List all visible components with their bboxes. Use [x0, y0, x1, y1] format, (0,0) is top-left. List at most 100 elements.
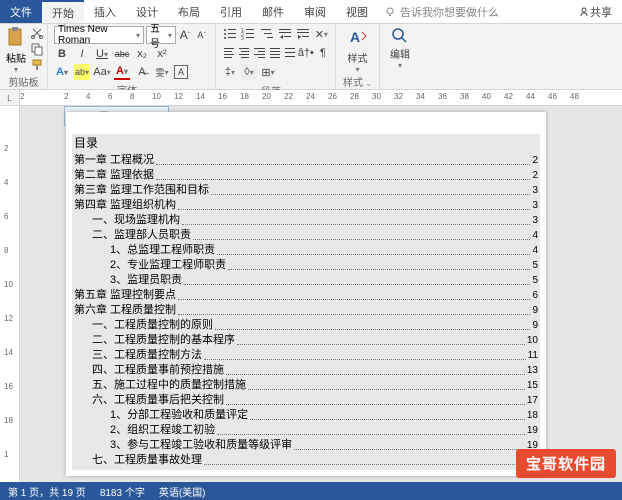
toc-entry[interactable]: 三、工程质量控制方法11 [74, 348, 538, 363]
toc-entry[interactable]: 第二章 监理依据2 [74, 168, 538, 183]
toc-entry[interactable]: 第四章 监理组织机构3 [74, 198, 538, 213]
clear-format-button[interactable]: A̶ [134, 64, 150, 80]
superscript-button[interactable]: x² [154, 46, 170, 62]
underline-button[interactable]: U▾ [94, 46, 110, 62]
paste-button[interactable]: 粘贴 ▾ [6, 26, 26, 74]
ruler-tick: 14 [196, 92, 205, 101]
tab-mail[interactable]: 邮件 [252, 0, 294, 23]
text-effects-button[interactable]: A▾ [54, 64, 70, 80]
status-language[interactable]: 英语(美国) [159, 484, 206, 499]
tab-view[interactable]: 视图 [336, 0, 378, 23]
toc-entry[interactable]: 2、专业监理工程师职责5 [74, 258, 538, 273]
tab-references[interactable]: 引用 [210, 0, 252, 23]
toc-entry-page: 3 [532, 213, 538, 228]
status-page[interactable]: 第 1 页，共 19 页 [8, 484, 86, 499]
multilevel-button[interactable] [259, 26, 274, 42]
vruler-tick: 16 [4, 382, 13, 391]
toc-entry-text: 1、分部工程验收和质量评定 [110, 408, 248, 423]
tab-home[interactable]: 开始 [42, 0, 84, 23]
font-size-select[interactable]: 五号▾ [146, 26, 176, 44]
toc-entry[interactable]: 二、监理部人员职责4 [74, 228, 538, 243]
asian-layout-button[interactable]: ✕▾ [314, 26, 329, 42]
tab-layout[interactable]: 布局 [168, 0, 210, 23]
ruler-corner[interactable]: L [0, 90, 20, 106]
ruler-tick: 32 [394, 92, 403, 101]
styles-button[interactable]: A 样式▾ [346, 26, 370, 74]
tab-file[interactable]: 文件 [0, 0, 42, 23]
font-color-button[interactable]: A▾ [114, 64, 130, 80]
toc-entry[interactable]: 七、工程质量事故处理19 [74, 453, 538, 468]
align-center-button[interactable] [237, 45, 249, 61]
vruler-tick: 6 [4, 212, 8, 221]
toc-entry-text: 四、工程质量事前预控措施 [92, 363, 224, 378]
toc-field[interactable]: 目录 第一章 工程概况2第二章 监理依据2第三章 监理工作范围和目标3第四章 监… [72, 134, 540, 470]
phonetic-button[interactable]: 雯▾ [154, 64, 170, 80]
numbering-button[interactable]: 123 [240, 26, 255, 42]
toc-entry[interactable]: 第六章 工程质量控制9 [74, 303, 538, 318]
toc-entry[interactable]: 二、工程质量控制的基本程序10 [74, 333, 538, 348]
toc-entry[interactable]: 1、总监理工程师职责4 [74, 243, 538, 258]
strike-button[interactable]: abc [114, 46, 130, 62]
toc-entry-page: 13 [527, 363, 538, 378]
highlight-button[interactable]: ab▾ [74, 64, 90, 80]
italic-button[interactable]: I [74, 46, 90, 62]
toc-entry[interactable]: 第一章 工程概况2 [74, 153, 538, 168]
toc-entry-text: 2、组织工程竣工初验 [110, 423, 215, 438]
align-justify-button[interactable] [268, 45, 280, 61]
borders-button[interactable]: ⊞▾ [260, 64, 276, 80]
shrink-font-button[interactable]: Aˇ [194, 27, 209, 43]
toc-entry-text: 第四章 监理组织机构 [74, 198, 176, 213]
toc-entry-page: 10 [527, 333, 538, 348]
cut-icon[interactable] [30, 26, 44, 40]
toc-entry[interactable]: 第三章 监理工作范围和目标3 [74, 183, 538, 198]
ruler-tick: 18 [240, 92, 249, 101]
ruler-tick: 16 [218, 92, 227, 101]
toc-entry[interactable]: 一、工程质量控制的原则9 [74, 318, 538, 333]
horizontal-ruler[interactable]: L 22468101214161820222426283032343638404… [0, 90, 622, 106]
char-border-button[interactable]: A [174, 65, 188, 79]
toc-entry-text: 七、工程质量事故处理 [92, 453, 202, 468]
align-distribute-button[interactable] [283, 45, 295, 61]
toc-entry[interactable]: 2、组织工程竣工初验 19 [74, 423, 538, 438]
share-button[interactable]: 共享 [568, 0, 622, 23]
bold-button[interactable]: B [54, 46, 70, 62]
vertical-ruler[interactable]: 246810121416181 [0, 106, 20, 482]
vruler-tick: 1 [4, 450, 8, 459]
toc-entry[interactable]: 五、施工过程中的质量控制措施15 [74, 378, 538, 393]
toc-entry[interactable]: 1、分部工程验收和质量评定18 [74, 408, 538, 423]
toc-entry[interactable]: 3、监理员职责5 [74, 273, 538, 288]
increase-indent-button[interactable] [295, 26, 310, 42]
tab-review[interactable]: 审阅 [294, 0, 336, 23]
toc-leader [215, 318, 530, 330]
align-left-button[interactable] [222, 45, 234, 61]
toc-entry[interactable]: 第五章 监理控制要点6 [74, 288, 538, 303]
line-spacing-button[interactable]: ‡▾ [222, 64, 238, 80]
editing-button[interactable]: 编辑▾ [390, 26, 410, 70]
status-words[interactable]: 8183 个字 [100, 484, 145, 499]
toc-entry[interactable]: 一、现场监理机构3 [74, 213, 538, 228]
bullets-button[interactable] [222, 26, 237, 42]
group-styles: A 样式▾ 样式 [336, 24, 380, 89]
format-painter-icon[interactable] [30, 58, 44, 72]
toc-entry[interactable]: 3、参与工程竣工验收和质量等级评审19 [74, 438, 538, 453]
toc-entry[interactable]: 六、工程质量事后把关控制17 [74, 393, 538, 408]
show-marks-button[interactable]: ¶ [317, 45, 329, 61]
align-right-button[interactable] [252, 45, 264, 61]
sort-button[interactable]: â†• [298, 45, 314, 61]
shading-button[interactable]: ◊▾ [241, 64, 257, 80]
decrease-indent-button[interactable] [277, 26, 292, 42]
toc-entry[interactable]: 四、工程质量事前预控措施 13 [74, 363, 538, 378]
change-case-button[interactable]: Aa▾ [94, 64, 110, 80]
ruler-tick: 28 [350, 92, 359, 101]
svg-text:3: 3 [241, 36, 244, 42]
tab-insert[interactable]: 插入 [84, 0, 126, 23]
grow-font-button[interactable]: Aˆ [178, 27, 193, 43]
subscript-button[interactable]: x₂ [134, 46, 150, 62]
toc-entry-page: 9 [532, 318, 538, 333]
toc-entry-page: 19 [527, 423, 538, 438]
tell-me[interactable]: 告诉我你想要做什么 [378, 0, 568, 23]
copy-icon[interactable] [30, 42, 44, 56]
font-name-select[interactable]: Times New Roman▾ [54, 26, 144, 44]
toc-leader [211, 183, 530, 195]
document-area[interactable]: ▾ 更新目录... 目录 第一章 工程概况2第二章 监理依据2第三章 监理工作范… [20, 106, 622, 482]
